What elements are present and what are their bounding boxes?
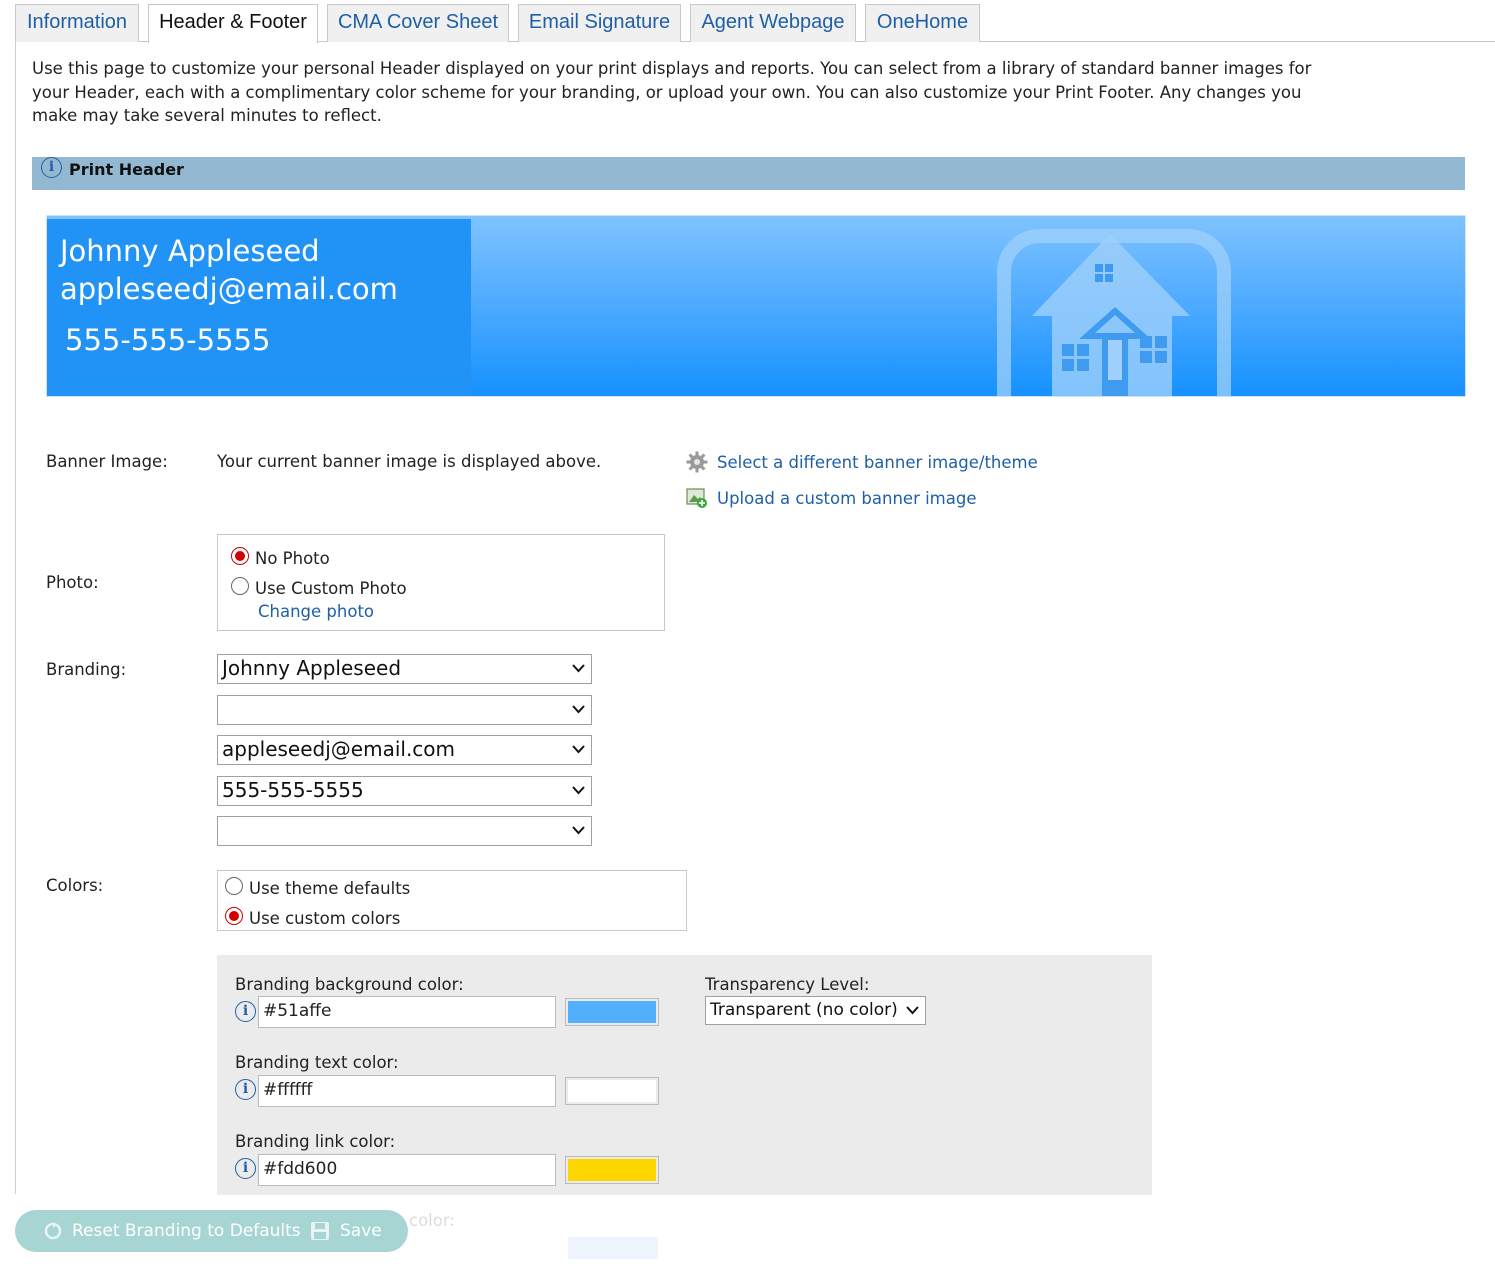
chevron-down-icon bbox=[572, 705, 585, 714]
text-color-swatch[interactable] bbox=[565, 1077, 659, 1105]
banner-agent-phone: 555-555-5555 bbox=[65, 323, 271, 357]
tab-onehome[interactable]: OneHome bbox=[865, 4, 980, 42]
text-color-input[interactable]: #ffffff bbox=[258, 1075, 556, 1107]
info-icon[interactable]: i bbox=[235, 1158, 256, 1179]
select-value: Transparent (no color) bbox=[710, 1000, 898, 1020]
reset-icon bbox=[44, 1222, 62, 1240]
info-icon[interactable]: i bbox=[235, 1079, 256, 1100]
text-color-label: Branding text color: bbox=[235, 1053, 399, 1072]
house-icon bbox=[997, 229, 1231, 396]
theme-defaults-radio[interactable] bbox=[225, 877, 243, 895]
branding-line-5-select[interactable] bbox=[217, 816, 592, 846]
link-color-input[interactable]: #fdd600 bbox=[258, 1154, 556, 1186]
chevron-down-icon bbox=[572, 664, 585, 673]
gear-icon bbox=[686, 451, 708, 473]
photo-options-box: No Photo Use Custom Photo Change photo bbox=[217, 534, 665, 631]
branding-label: Branding: bbox=[46, 660, 127, 679]
change-photo-link[interactable]: Change photo bbox=[258, 602, 374, 621]
link-color-label: Branding link color: bbox=[235, 1132, 396, 1151]
partial-color-label: color: bbox=[409, 1211, 455, 1230]
select-value: 555-555-5555 bbox=[222, 778, 364, 802]
chevron-down-icon bbox=[906, 1006, 919, 1015]
no-photo-label: No Photo bbox=[255, 549, 330, 568]
custom-photo-label: Use Custom Photo bbox=[255, 579, 407, 598]
banner-preview: Johnny Appleseed appleseedj@email.com 55… bbox=[46, 215, 1466, 397]
banner-image-description: Your current banner image is displayed a… bbox=[217, 452, 602, 471]
banner-image-label: Banner Image: bbox=[46, 452, 168, 471]
colors-label: Colors: bbox=[46, 876, 104, 895]
branding-line-1-select[interactable]: Johnny Appleseed bbox=[217, 654, 592, 684]
branding-block: Johnny Appleseed appleseedj@email.com 55… bbox=[47, 219, 471, 396]
tab-information[interactable]: Information bbox=[15, 4, 139, 42]
tab-label: CMA Cover Sheet bbox=[337, 11, 499, 33]
link-color-swatch[interactable] bbox=[565, 1156, 659, 1184]
chevron-down-icon bbox=[572, 745, 585, 754]
tab-email-signature[interactable]: Email Signature bbox=[518, 4, 681, 42]
upload-banner-link[interactable]: Upload a custom banner image bbox=[717, 489, 977, 508]
tab-label: Information bbox=[26, 11, 128, 33]
tab-label: Email Signature bbox=[528, 11, 671, 33]
bg-color-input[interactable]: #51affe bbox=[258, 996, 556, 1028]
transparency-label: Transparency Level: bbox=[705, 975, 870, 994]
no-photo-radio[interactable] bbox=[231, 547, 249, 565]
custom-colors-panel: Branding background color: i #51affe Tra… bbox=[217, 955, 1152, 1195]
photo-label: Photo: bbox=[46, 573, 99, 592]
select-banner-link[interactable]: Select a different banner image/theme bbox=[717, 453, 1038, 472]
info-icon[interactable]: i bbox=[235, 1001, 256, 1022]
tab-bar: Information Header & Footer CMA Cover Sh… bbox=[15, 4, 1495, 43]
upload-image-icon bbox=[686, 488, 707, 508]
bg-color-label: Branding background color: bbox=[235, 975, 464, 994]
tab-agent-webpage[interactable]: Agent Webpage bbox=[690, 4, 856, 42]
tab-label: Agent Webpage bbox=[701, 11, 845, 33]
transparency-select[interactable]: Transparent (no color) bbox=[705, 996, 926, 1025]
intro-text: Use this page to customize your personal… bbox=[32, 59, 1312, 125]
tab-label: OneHome bbox=[876, 11, 969, 33]
info-icon[interactable]: i bbox=[41, 157, 62, 178]
banner-agent-name: Johnny Appleseed bbox=[60, 234, 320, 268]
select-value: appleseedj@email.com bbox=[222, 737, 456, 761]
custom-photo-radio[interactable] bbox=[231, 577, 249, 595]
select-value: Johnny Appleseed bbox=[222, 656, 402, 680]
banner-agent-email: appleseedj@email.com bbox=[60, 272, 398, 306]
print-header-bar: i Print Header bbox=[32, 157, 1465, 190]
reset-branding-button[interactable]: Reset Branding to Defaults bbox=[72, 1221, 301, 1241]
tab-label: Header & Footer bbox=[159, 11, 307, 33]
section-title: Print Header bbox=[69, 160, 184, 179]
partial-swatch bbox=[568, 1237, 658, 1259]
theme-defaults-label: Use theme defaults bbox=[249, 879, 411, 898]
bg-color-swatch[interactable] bbox=[565, 998, 659, 1026]
branding-line-4-select[interactable]: 555-555-5555 bbox=[217, 776, 592, 806]
footer-action-bar: Reset Branding to Defaults Save bbox=[15, 1210, 408, 1252]
tab-header-footer[interactable]: Header & Footer bbox=[148, 4, 318, 43]
chevron-down-icon bbox=[572, 786, 585, 795]
colors-options-box: Use theme defaults Use custom colors bbox=[217, 870, 687, 931]
branding-line-3-select[interactable]: appleseedj@email.com bbox=[217, 735, 592, 765]
save-icon bbox=[311, 1222, 329, 1240]
chevron-down-icon bbox=[572, 826, 585, 835]
branding-line-2-select[interactable] bbox=[217, 695, 592, 725]
save-button[interactable]: Save bbox=[340, 1221, 382, 1241]
custom-colors-radio[interactable] bbox=[225, 907, 243, 925]
custom-colors-label: Use custom colors bbox=[249, 909, 401, 928]
tab-cma-cover-sheet[interactable]: CMA Cover Sheet bbox=[327, 4, 509, 42]
